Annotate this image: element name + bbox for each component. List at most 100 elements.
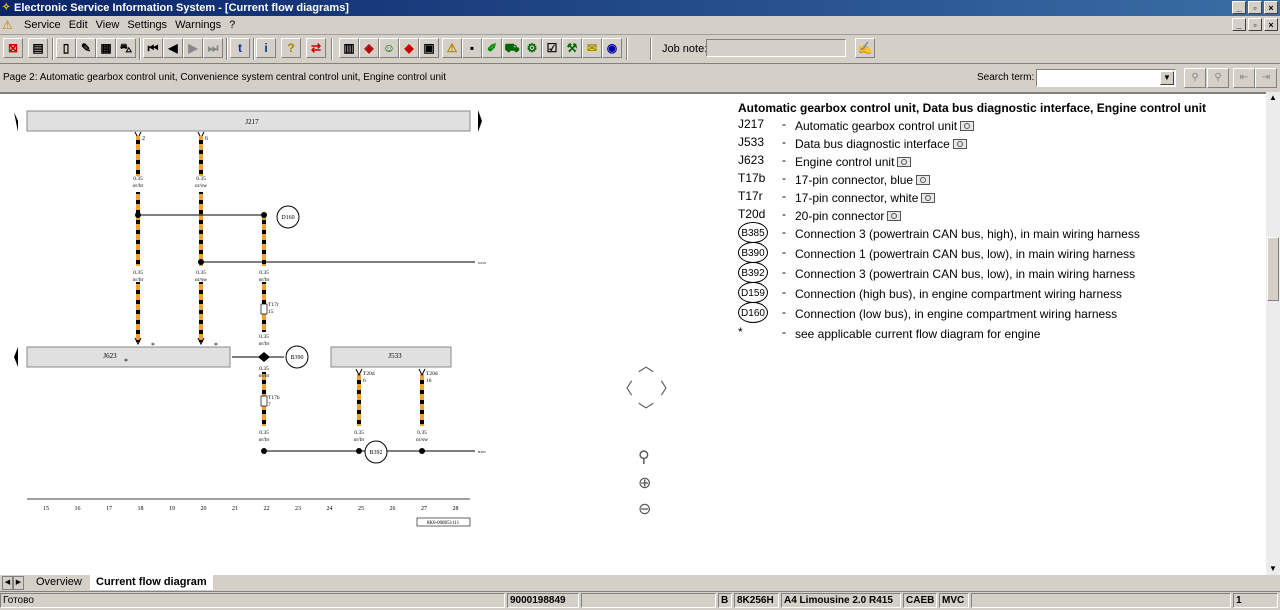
vehicle-icon[interactable]: ⛟ [502, 38, 522, 58]
toolbar: ⊠ ▤ ▯ ✎ ▦ ⛍ ⏮ ◀ ▶ ⏭ t i ? ⇄ ▥ ◈ ☺ ◆ ▣ ⚠ … [0, 35, 1280, 64]
close-button[interactable]: × [1264, 1, 1278, 14]
svg-text:0.35: 0.35 [354, 430, 364, 436]
zoom-fit-icon[interactable]: ⚲ [638, 447, 650, 467]
legend-row: T17r -17-pin connector, white [738, 189, 1258, 207]
wire-segment[interactable] [262, 216, 266, 266]
next-hit-icon[interactable]: ⇥ [1255, 68, 1277, 88]
svg-text:or/br: or/br [259, 373, 270, 379]
pan-right-icon[interactable]: 〉 [660, 375, 676, 399]
info-icon[interactable]: i [256, 38, 276, 58]
list-icon[interactable]: ▣ [419, 38, 439, 58]
status-empty [971, 593, 1231, 608]
legend-row: J217 - Automatic gearbox control unit [738, 117, 1258, 135]
new-document-icon[interactable]: ▯ [56, 38, 76, 58]
edit-document-icon[interactable]: ✎ [76, 38, 96, 58]
camera-icon[interactable] [952, 139, 967, 149]
vertical-scrollbar[interactable]: ▲ ▼ [1266, 92, 1280, 575]
search-label: Search term: [977, 72, 1035, 83]
wire-segment[interactable] [420, 374, 424, 426]
doc-maximize-button[interactable]: ▫ [1248, 18, 1262, 31]
menu-service[interactable]: Service [20, 16, 65, 34]
notes-icon[interactable]: ✉ [582, 38, 602, 58]
legend-dash: - [782, 189, 786, 203]
wire-segment[interactable] [136, 136, 140, 176]
warning-toolbar-icon[interactable]: ⚠ [442, 38, 462, 58]
window-title: Electronic Service Information System - … [14, 2, 349, 14]
search-input[interactable]: ▼ [1036, 69, 1176, 87]
exit-icon[interactable]: ⊠ [3, 38, 23, 58]
svg-text:2: 2 [142, 136, 145, 142]
job-note-edit-icon[interactable]: ✍ [855, 38, 875, 58]
wire-segment[interactable] [199, 282, 203, 342]
search-dropdown-icon[interactable]: ▼ [1160, 71, 1174, 85]
scroll-thumb[interactable] [1267, 237, 1279, 301]
scroll-down-icon[interactable]: ▼ [1266, 563, 1280, 575]
pan-down-icon[interactable]: ﹀ [638, 397, 654, 421]
camera-icon[interactable] [960, 121, 975, 131]
legend-description: Engine control unit [795, 155, 912, 169]
tools-icon[interactable]: ⚒ [562, 38, 582, 58]
pan-left-icon[interactable]: 〈 [617, 375, 633, 399]
scroll-left-marker [14, 112, 18, 132]
menu-warnings[interactable]: Warnings [171, 16, 225, 34]
grid-number: 28 [453, 506, 459, 512]
legend-row: B390- Connection 1 (powertrain CAN bus, l… [738, 242, 1258, 265]
minimize-button[interactable]: _ [1232, 1, 1246, 14]
svg-text:T20d: T20d [426, 371, 438, 377]
doc-minimize-button[interactable]: _ [1232, 18, 1246, 31]
menu-view[interactable]: View [92, 16, 124, 34]
wire-segment[interactable] [357, 374, 361, 426]
swap-icon[interactable]: ⇄ [306, 38, 326, 58]
menu-help[interactable]: ? [225, 16, 239, 34]
checklist-icon[interactable]: ☑ [542, 38, 562, 58]
car-icon[interactable]: ⛍ [116, 38, 136, 58]
tab-overview[interactable]: Overview [30, 575, 88, 590]
status-engine: CAEB [903, 593, 937, 608]
svg-text:D159: D159 [478, 261, 486, 265]
brush-icon[interactable]: ✐ [482, 38, 502, 58]
calculator-icon[interactable]: ▥ [339, 38, 359, 58]
svg-text:*: * [124, 357, 128, 366]
back-link-icon[interactable]: t [230, 38, 250, 58]
tab-scroll-right-icon[interactable]: ▶ [13, 576, 24, 590]
wire-segment[interactable] [136, 192, 140, 266]
document-icon[interactable]: ▦ [96, 38, 116, 58]
previous-page-icon[interactable]: ◀ [163, 38, 183, 58]
job-note-input[interactable] [706, 39, 846, 57]
menu-edit[interactable]: Edit [65, 16, 92, 34]
menu-settings[interactable]: Settings [123, 16, 171, 34]
last-page-icon[interactable]: ⏭ [203, 38, 223, 58]
find-icon[interactable]: ⚲ [1184, 68, 1206, 88]
globe-icon[interactable]: ◉ [602, 38, 622, 58]
maximize-button[interactable]: ▫ [1248, 1, 1262, 14]
scroll-up-icon[interactable]: ▲ [1266, 92, 1280, 104]
camera-icon[interactable] [921, 193, 936, 203]
wiring-diagram[interactable]: J217 2 6 0.35or/br 0.35or/sw 0.35or/br 0… [0, 94, 730, 575]
doc-close-button[interactable]: × [1264, 18, 1278, 31]
camera-icon[interactable] [887, 211, 902, 221]
grid-number: 19 [169, 506, 175, 512]
pan-up-icon[interactable]: ︿ [638, 352, 654, 376]
svg-text:B385: B385 [478, 450, 486, 454]
find-next-icon[interactable]: ⚲ [1207, 68, 1229, 88]
wire-segment[interactable] [136, 282, 140, 342]
camera-icon[interactable] [916, 175, 931, 185]
save-icon[interactable]: ▪ [462, 38, 482, 58]
print-icon[interactable]: ▤ [28, 38, 48, 58]
tab-scroll-left-icon[interactable]: ◀ [2, 576, 13, 590]
diagnosis-icon[interactable]: ⚙ [522, 38, 542, 58]
prev-hit-icon[interactable]: ⇤ [1233, 68, 1255, 88]
help-icon[interactable]: ? [281, 38, 301, 58]
cube-icon[interactable]: ◆ [399, 38, 419, 58]
zoom-out-icon[interactable]: ⊖ [638, 499, 651, 519]
wire-segment[interactable] [199, 192, 203, 266]
tab-current-flow-diagram[interactable]: Current flow diagram [90, 575, 213, 590]
zoom-in-icon[interactable]: ⊕ [638, 473, 651, 493]
wire-segment[interactable] [199, 136, 203, 176]
person-icon[interactable]: ☺ [379, 38, 399, 58]
next-page-icon[interactable]: ▶ [183, 38, 203, 58]
component-icon[interactable]: ◈ [359, 38, 379, 58]
component-j623-box[interactable] [26, 346, 231, 368]
camera-icon[interactable] [897, 157, 912, 167]
first-page-icon[interactable]: ⏮ [143, 38, 163, 58]
